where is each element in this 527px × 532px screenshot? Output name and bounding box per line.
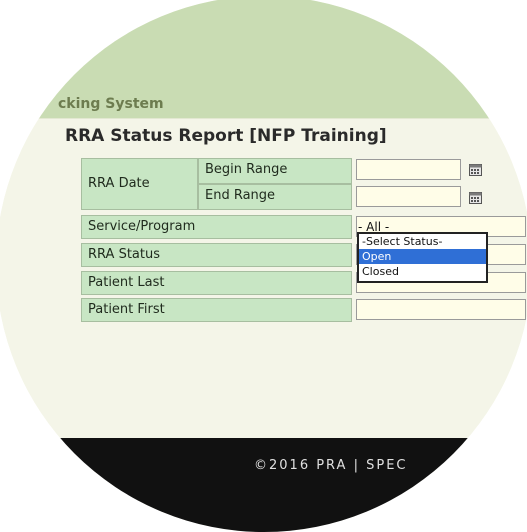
begin-range-label: Begin Range (198, 158, 352, 184)
begin-range-input[interactable] (356, 159, 461, 180)
screenshot-viewport: cking System RRA Status Report [NFP Trai… (0, 0, 527, 532)
patient-first-input[interactable] (356, 299, 526, 320)
report-title: RRA Status Report [NFP Training] (65, 126, 387, 146)
top-band (0, 0, 527, 92)
dropdown-option-selected[interactable]: Open (359, 249, 486, 264)
patient-last-label: Patient Last (81, 271, 352, 295)
rra-status-label: RRA Status (81, 243, 352, 267)
dropdown-option[interactable]: -Select Status- (359, 234, 486, 249)
service-program-label: Service/Program (81, 215, 352, 239)
end-range-label: End Range (198, 184, 352, 210)
footer (0, 438, 527, 532)
calendar-icon[interactable] (469, 164, 482, 176)
end-range-input[interactable] (356, 186, 461, 207)
status-dropdown-list[interactable]: -Select Status- Open Closed (357, 232, 488, 283)
system-title: cking System (58, 96, 164, 112)
rra-date-label: RRA Date (81, 158, 198, 210)
calendar-icon[interactable] (469, 192, 482, 204)
footer-text: ©2016 PRA | SPEC (254, 458, 408, 473)
dropdown-option[interactable]: Closed (359, 264, 486, 279)
patient-first-label: Patient First (81, 298, 352, 322)
